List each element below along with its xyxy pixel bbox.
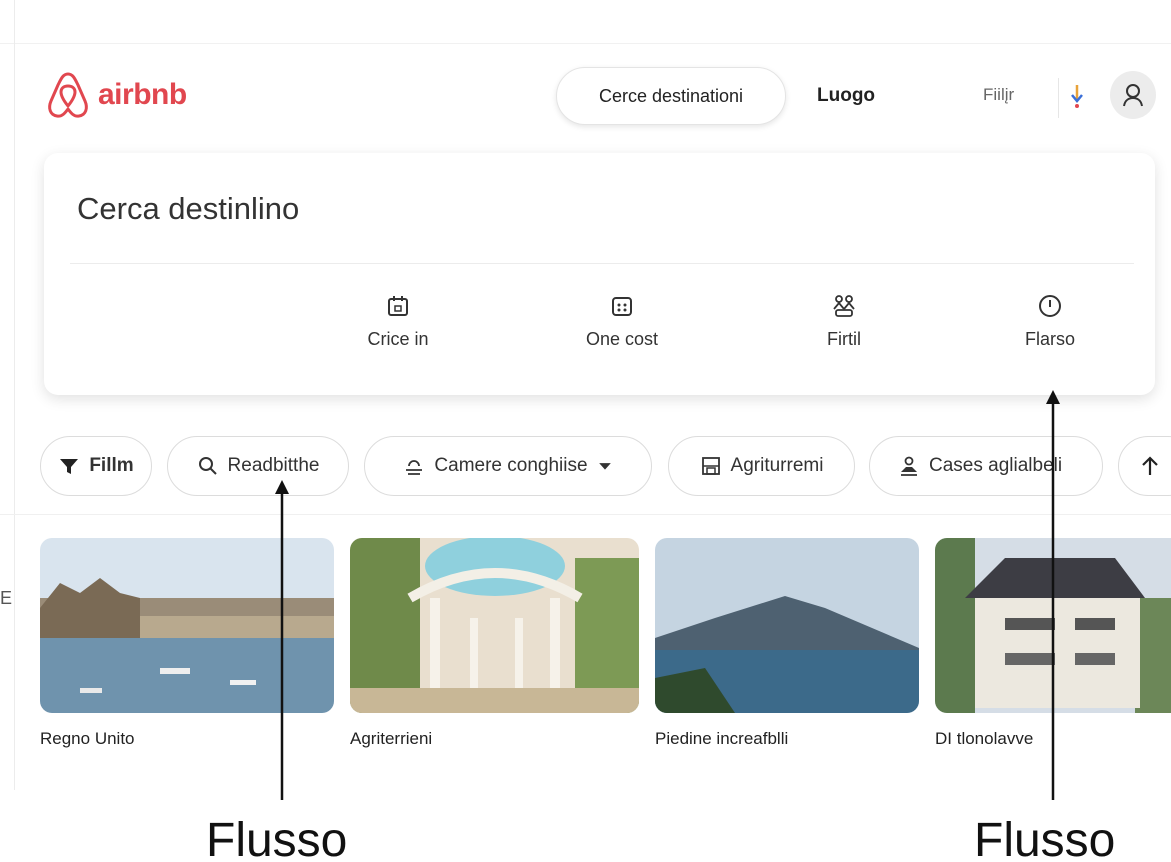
listing-title: Piedine increafblli: [655, 729, 789, 748]
top-bar-strip: [0, 0, 1171, 44]
pavilion-photo: [350, 538, 639, 713]
listing-card[interactable]: Agriterrieni: [350, 538, 639, 749]
filter-icon: [60, 459, 79, 474]
search-icon: [198, 457, 217, 475]
left-edge-line: [14, 0, 15, 790]
arrow-up-icon: [1142, 456, 1158, 475]
house-icon: [901, 456, 917, 476]
chip-houses[interactable]: Cases aglialbeli: [869, 436, 1103, 496]
people-icon: [833, 295, 855, 317]
nav-luogo-link[interactable]: Luogo: [817, 85, 875, 107]
chip-label: Camere conghiise: [434, 455, 588, 476]
user-icon: [1123, 84, 1143, 107]
search-card-title[interactable]: Cerca destinlino: [77, 191, 299, 227]
calendar-grid-icon: [612, 297, 632, 316]
option-one-cost[interactable]: One cost: [542, 293, 702, 350]
annotation-arrow-right: [1046, 390, 1060, 800]
option-guests[interactable]: Firtil: [764, 293, 924, 350]
card-divider: [70, 263, 1134, 264]
chip-filter[interactable]: Fillm: [40, 436, 152, 496]
listing-title: Agriterrieni: [350, 729, 433, 748]
chip-row-divider: [0, 514, 1171, 515]
chip-search[interactable]: Readbitthe: [167, 436, 349, 496]
listing-photo: [655, 538, 919, 713]
search-pill-button[interactable]: Cerce destinationi: [556, 67, 786, 125]
left-edge-mark: E: [0, 588, 13, 608]
mountain-lake-photo: [655, 538, 919, 713]
option-flarso[interactable]: Flarso: [970, 293, 1130, 350]
bed-icon: [406, 460, 423, 475]
airbnb-logo[interactable]: airbnb: [46, 70, 187, 120]
building-icon: [701, 457, 720, 475]
clock-icon: [1039, 295, 1061, 317]
nav-filtri-link[interactable]: Fiilįr: [983, 85, 1014, 105]
option-label: One cost: [585, 329, 659, 349]
option-label: Firtil: [827, 329, 861, 349]
chevron-down-icon: [598, 463, 611, 470]
microphone-icon[interactable]: [1068, 81, 1086, 113]
chip-label: Agriturremi: [730, 455, 824, 476]
chip-label: Fillm: [89, 455, 134, 476]
chip-rooms-dropdown[interactable]: Camere conghiise: [364, 436, 652, 496]
option-check-in[interactable]: Crice in: [318, 293, 478, 350]
calendar-icon: [388, 296, 408, 316]
chip-label: Readbitthe: [227, 455, 320, 476]
chip-agriturismi[interactable]: Agriturremi: [668, 436, 855, 496]
listing-photo: [350, 538, 639, 713]
user-menu-button[interactable]: [1110, 71, 1156, 119]
annotation-label-right: Flusso: [974, 814, 1116, 862]
annotation-label-left: Flusso: [206, 814, 348, 862]
brand-name: airbnb: [98, 78, 187, 111]
option-label: Flarso: [1024, 329, 1075, 349]
option-label: Crice in: [367, 329, 429, 349]
chip-scroll-next[interactable]: [1118, 436, 1171, 496]
header-divider: [1058, 78, 1059, 118]
search-card: Cerca destinlino Crice in One cost Firti…: [44, 153, 1155, 395]
airbnb-logo-icon: [48, 72, 88, 118]
annotation-arrow-left: [275, 480, 289, 800]
listing-card[interactable]: Piedine increafblli: [655, 538, 919, 749]
